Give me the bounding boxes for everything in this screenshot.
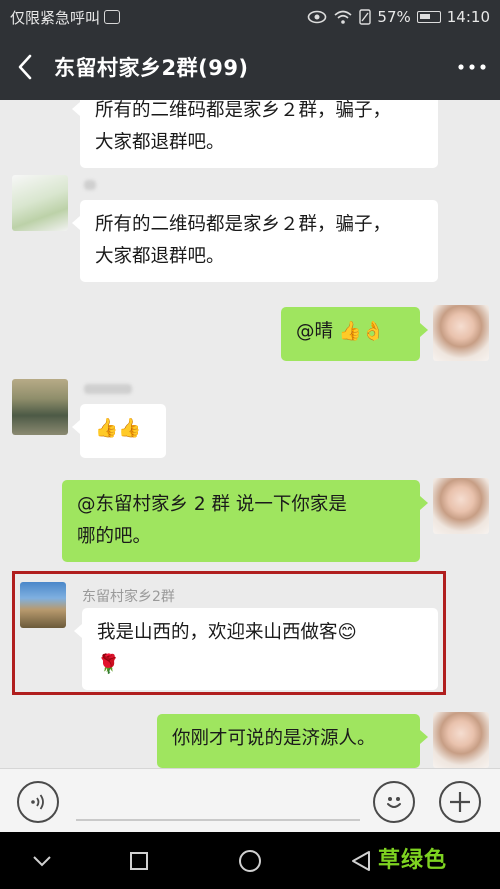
avatar[interactable] — [12, 175, 68, 231]
plus-icon — [450, 792, 470, 812]
message-line: 大家都退群吧。 — [95, 132, 225, 153]
emoji-icon — [387, 797, 401, 808]
eye-icon — [308, 10, 327, 24]
battery-percent: 57% — [377, 8, 411, 26]
sim-icon — [359, 9, 372, 25]
nav-back-icon — [352, 851, 370, 871]
chat-header: 东留村家乡2群(99) — [0, 34, 500, 100]
more-dots-icon — [458, 64, 486, 70]
nav-recents-button[interactable] — [124, 846, 154, 876]
chat-area[interactable]: 所有的二维码都是家乡２群，骗子， 大家都退群吧。 所有的二维码都是家乡２群，骗子… — [0, 100, 500, 768]
nav-back-button[interactable] — [346, 846, 376, 876]
more-button[interactable] — [444, 34, 500, 100]
status-right: 57% 14:10 — [307, 8, 490, 26]
avatar[interactable] — [20, 582, 66, 628]
app-notification-icon — [104, 10, 121, 24]
voice-icon — [31, 794, 44, 810]
avatar-self[interactable] — [433, 712, 489, 768]
sender-nickname-blurred — [84, 384, 132, 394]
message-line: 我是山西的，欢迎来山西做客😊 — [97, 622, 357, 643]
message-line: 🌹 — [97, 654, 121, 675]
message-bubble-sent[interactable]: @东留村家乡 2 群 说一下你家是 哪的吧。 — [62, 480, 428, 562]
chevron-left-icon — [18, 54, 32, 80]
battery-icon — [416, 11, 441, 23]
sender-nickname: 东留村家乡2群 — [82, 589, 175, 605]
sender-nickname-blurred — [84, 180, 96, 190]
message-line: 所有的二维码都是家乡２群，骗子， — [95, 214, 392, 235]
input-bar — [0, 768, 500, 832]
status-emergency-text: 仅限紧急呼叫 — [10, 8, 101, 27]
chat-title: 东留村家乡2群(99) — [54, 56, 249, 80]
message-text: 👍👍 — [95, 418, 142, 439]
message-bubble-sent[interactable]: 你刚才可说的是济源人。 — [157, 714, 428, 768]
wifi-icon — [334, 10, 352, 24]
message-bubble-sent[interactable]: @晴 👍👌 — [281, 307, 428, 361]
message-text: @晴 👍👌 — [296, 321, 385, 342]
message-bubble-received[interactable]: 我是山西的，欢迎来山西做客😊 🌹 — [74, 608, 438, 690]
avatar-self[interactable] — [433, 478, 489, 534]
message-input[interactable] — [76, 819, 360, 821]
plus-button[interactable] — [439, 781, 481, 823]
message-line: 所有的二维码都是家乡２群，骗子， — [95, 100, 392, 121]
status-left: 仅限紧急呼叫 — [10, 7, 121, 28]
back-button[interactable] — [0, 34, 50, 100]
nav-down-button[interactable] — [27, 846, 57, 876]
avatar-self[interactable] — [433, 305, 489, 361]
watermark-text: 草绿色 — [378, 848, 448, 873]
voice-button[interactable] — [17, 781, 59, 823]
message-bubble-received[interactable]: 所有的二维码都是家乡２群，骗子， 大家都退群吧。 — [72, 200, 438, 282]
message-line: 大家都退群吧。 — [95, 246, 225, 267]
message-line: 哪的吧。 — [77, 526, 152, 547]
emoji-button[interactable] — [373, 781, 415, 823]
message-text: 你刚才可说的是济源人。 — [172, 728, 376, 749]
message-line: @东留村家乡 2 群 说一下你家是 — [77, 494, 347, 515]
message-bubble-received[interactable]: 👍👍 — [72, 404, 166, 458]
nav-recents-icon — [130, 852, 148, 870]
status-time: 14:10 — [446, 8, 490, 26]
status-bar: 仅限紧急呼叫 57% 14:10 — [0, 0, 500, 34]
avatar[interactable] — [12, 379, 68, 435]
message-bubble-received[interactable]: 所有的二维码都是家乡２群，骗子， 大家都退群吧。 — [72, 100, 438, 168]
nav-down-icon — [33, 856, 51, 867]
nav-home-icon — [239, 850, 261, 872]
nav-home-button[interactable] — [235, 846, 265, 876]
